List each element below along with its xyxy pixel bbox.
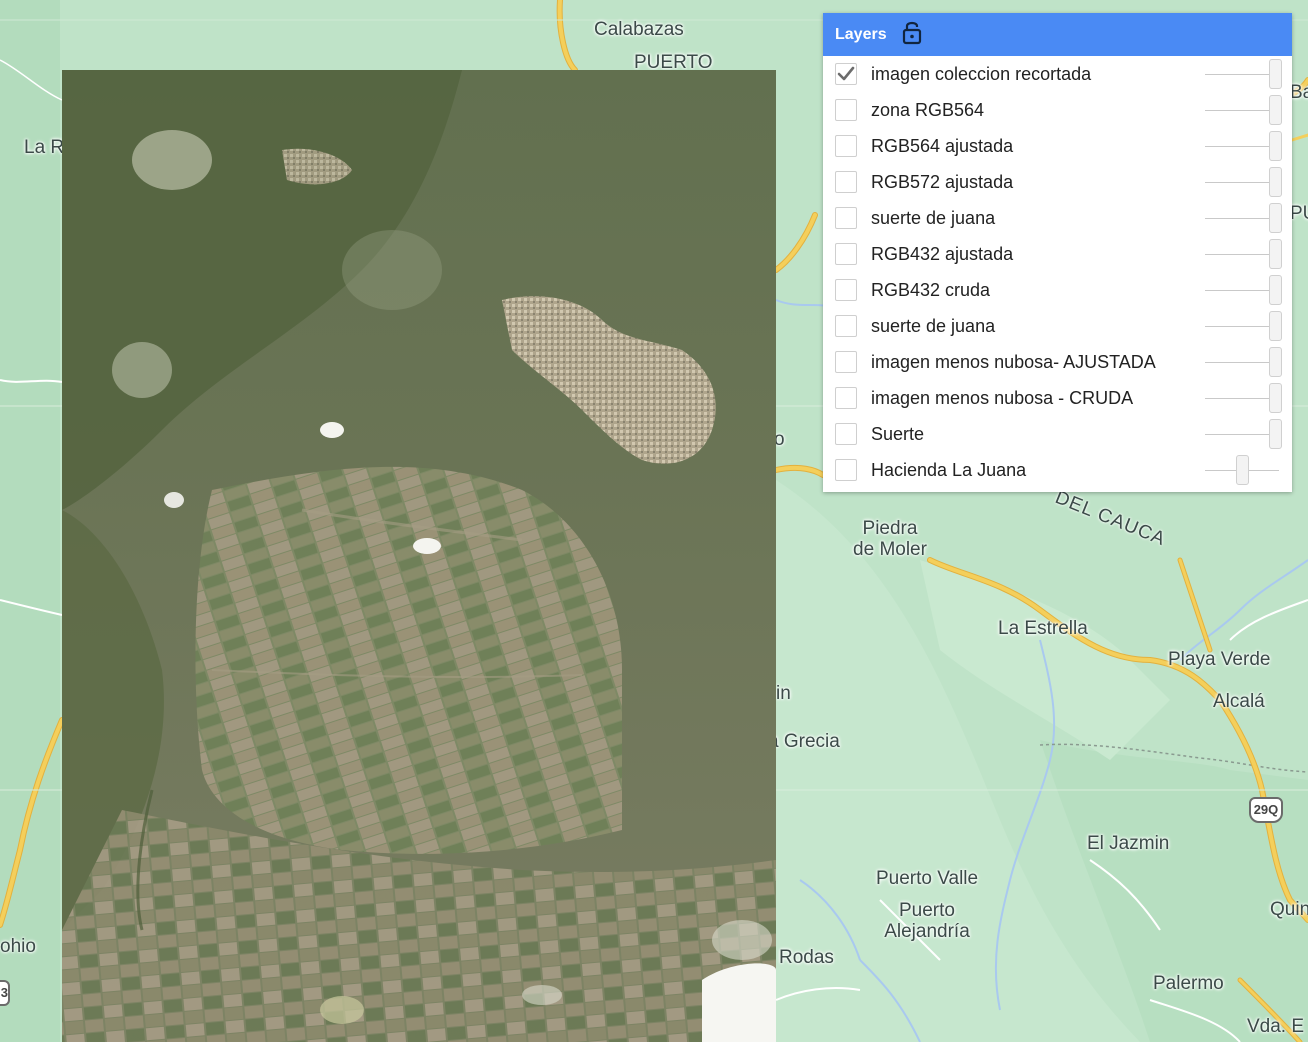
layer-list: imagen coleccion recortada zona RGB564 RGB… (823, 56, 1292, 488)
layer-visibility-checkbox[interactable] (835, 387, 857, 409)
route-shield-left: 3 (0, 980, 10, 1006)
satellite-imagery-layer (62, 70, 776, 1042)
layer-visibility-checkbox[interactable] (835, 243, 857, 265)
layer-visibility-checkbox[interactable] (835, 423, 857, 445)
layer-visibility-checkbox[interactable] (835, 63, 857, 85)
layer-opacity-slider-track[interactable] (1205, 326, 1279, 327)
layer-opacity-slider-track[interactable] (1205, 362, 1279, 363)
layer-label: suerte de juana (871, 315, 996, 336)
layer-opacity-slider-thumb[interactable] (1268, 275, 1282, 305)
layer-label: suerte de juana (871, 207, 996, 228)
layer-opacity-slider-track[interactable] (1205, 146, 1279, 147)
layer-visibility-checkbox[interactable] (835, 279, 857, 301)
layer-opacity-slider-thumb[interactable] (1235, 455, 1249, 485)
layer-visibility-checkbox[interactable] (835, 351, 857, 373)
place-label-la-estrella: La Estrella (998, 618, 1088, 639)
place-label-puerto-alejandria: Puerto Alejandría (872, 900, 982, 942)
layer-opacity-slider-thumb[interactable] (1268, 311, 1282, 341)
layer-opacity-slider-thumb[interactable] (1268, 419, 1282, 449)
unlocked-padlock-icon[interactable] (887, 19, 923, 50)
layer-label: RGB572 ajustada (871, 171, 1014, 192)
layers-panel-header[interactable]: Layers (823, 13, 1292, 56)
layer-row[interactable]: suerte de juana (823, 308, 1292, 344)
layer-visibility-checkbox[interactable] (835, 99, 857, 121)
layer-label: imagen menos nubosa- AJUSTADA (871, 351, 1156, 372)
layer-visibility-checkbox[interactable] (835, 135, 857, 157)
layer-visibility-checkbox[interactable] (835, 207, 857, 229)
layer-label: zona RGB564 (871, 99, 985, 120)
place-label-alcala: Alcalá (1213, 691, 1265, 712)
place-label-puerto-alejandria-line1: Puerto (899, 900, 955, 921)
layer-opacity-slider-track[interactable] (1205, 182, 1279, 183)
layer-label: Suerte (871, 423, 925, 444)
checkmark-icon (837, 66, 855, 81)
layer-label: imagen coleccion recortada (871, 63, 1092, 84)
layer-opacity-slider-track[interactable] (1205, 218, 1279, 219)
place-label-playa-verde: Playa Verde (1168, 649, 1271, 670)
layer-row[interactable]: imagen coleccion recortada (823, 56, 1292, 92)
place-label-puerto-alejandria-line2: Alejandría (884, 921, 970, 942)
layer-opacity-slider-thumb[interactable] (1268, 59, 1282, 89)
layer-label: RGB432 ajustada (871, 243, 1014, 264)
layer-label: RGB432 cruda (871, 279, 991, 300)
layer-visibility-checkbox[interactable] (835, 315, 857, 337)
place-label-grecia: a Grecia (768, 731, 840, 752)
layer-opacity-slider-thumb[interactable] (1268, 239, 1282, 269)
place-label-puerto-valle: Puerto Valle (876, 868, 979, 889)
layer-opacity-slider-thumb[interactable] (1268, 203, 1282, 233)
layer-row[interactable]: Suerte (823, 416, 1292, 452)
layer-opacity-slider-track[interactable] (1205, 74, 1279, 75)
place-label-palermo: Palermo (1153, 973, 1224, 994)
layer-label: imagen menos nubosa - CRUDA (871, 387, 1134, 408)
layer-opacity-slider-thumb[interactable] (1268, 95, 1282, 125)
route-29q-shield: 29Q (1249, 797, 1283, 823)
layer-visibility-checkbox[interactable] (835, 171, 857, 193)
layer-opacity-slider-thumb[interactable] (1268, 347, 1282, 377)
layer-row[interactable]: RGB564 ajustada (823, 128, 1292, 164)
place-label-piedra-line2: de Moler (853, 539, 927, 560)
place-label-in: in (776, 683, 791, 704)
place-label-vda-e: Vda. E (1247, 1016, 1305, 1037)
layer-opacity-slider-track[interactable] (1205, 398, 1279, 399)
layer-row[interactable]: zona RGB564 (823, 92, 1292, 128)
place-label-pu: PU (1290, 203, 1308, 224)
layer-opacity-slider-track[interactable] (1205, 290, 1279, 291)
layer-opacity-slider-track[interactable] (1205, 434, 1279, 435)
layer-row[interactable]: imagen menos nubosa - CRUDA (823, 380, 1292, 416)
layer-opacity-slider-track[interactable] (1205, 110, 1279, 111)
layer-row[interactable]: Hacienda La Juana (823, 452, 1292, 488)
place-label-ohio: ohio (0, 936, 36, 957)
layer-row[interactable]: RGB432 ajustada (823, 236, 1292, 272)
place-label-piedra-line1: Piedra (862, 518, 918, 539)
layer-opacity-slider-track[interactable] (1205, 254, 1279, 255)
place-label-ba: Ba (1290, 82, 1308, 103)
place-label-piedra-de-moler: Piedra de Moler (844, 518, 936, 560)
layer-label: Hacienda La Juana (871, 459, 1027, 480)
layer-opacity-slider-thumb[interactable] (1268, 383, 1282, 413)
layer-label: RGB564 ajustada (871, 135, 1014, 156)
layer-row[interactable]: suerte de juana (823, 200, 1292, 236)
place-label-la-r: La R (24, 137, 65, 158)
layers-panel: Layers imagen coleccion recortada zona RG… (823, 13, 1292, 492)
layers-panel-title: Layers (835, 25, 887, 43)
layer-opacity-slider-thumb[interactable] (1268, 167, 1282, 197)
layer-visibility-checkbox[interactable] (835, 459, 857, 481)
layer-row[interactable]: imagen menos nubosa- AJUSTADA (823, 344, 1292, 380)
layer-opacity-slider-thumb[interactable] (1268, 131, 1282, 161)
place-label-el-jazmin: El Jazmin (1087, 833, 1170, 854)
layer-row[interactable]: RGB432 cruda (823, 272, 1292, 308)
place-label-calabazas: Calabazas (594, 19, 684, 40)
layer-row[interactable]: RGB572 ajustada (823, 164, 1292, 200)
place-label-rodas: Rodas (779, 947, 834, 968)
place-label-quin: Quin (1270, 899, 1308, 920)
